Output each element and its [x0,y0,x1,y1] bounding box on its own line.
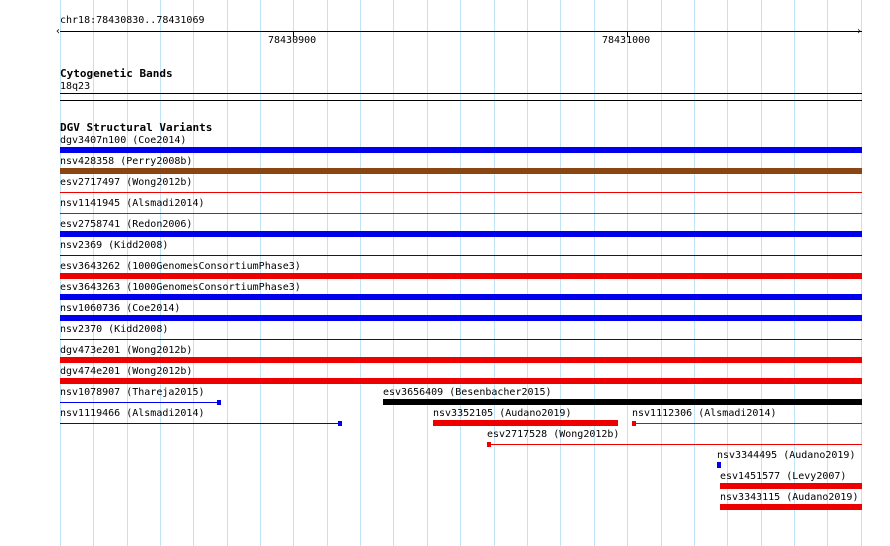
variant-endcap[interactable] [338,421,342,426]
variant-label: dgv3407n100 (Coe2014) [60,135,187,146]
variant-bar[interactable] [60,255,862,256]
variant-bar[interactable] [60,147,862,153]
variant-bar[interactable] [720,504,862,510]
variant-bar[interactable] [60,339,862,340]
variant-bar[interactable] [60,378,862,384]
variant-bar[interactable] [60,294,862,300]
variant-endcap[interactable] [217,400,221,405]
dgv-track-title[interactable]: DGV Structural Variants [60,122,212,133]
variant-label: nsv1078907 (Thareja2015) [60,387,205,398]
ruler-location: chr18:78430830..78431069 [60,15,205,26]
variant-label: nsv428358 (Perry2008b) [60,156,193,167]
variant-endcap[interactable] [487,442,491,447]
variant-bar[interactable] [60,315,862,321]
ruler-tick-label: 78431000 [602,35,651,46]
variant-label: nsv1060736 (Coe2014) [60,303,181,314]
ruler-right-arrow-icon: › [856,26,863,37]
variant-bar[interactable] [717,462,721,468]
variant-label: nsv1119466 (Alsmadi2014) [60,408,205,419]
variant-bar[interactable] [433,420,618,426]
variant-bar[interactable] [632,423,862,424]
variant-bar[interactable] [60,423,342,424]
variant-label: esv2758741 (Redon2006) [60,219,193,230]
variant-bar[interactable] [60,168,862,174]
variant-label: esv3656409 (Besenbacher2015) [383,387,552,398]
ruler-tick-label: 78430900 [268,35,317,46]
variant-label: esv3643263 (1000GenomesConsortiumPhase3) [60,282,301,293]
variant-label: esv1451577 (Levy2007) [720,471,847,482]
track-separator [60,100,862,101]
variant-endcap[interactable] [632,421,636,426]
variant-bar[interactable] [60,357,862,363]
genome-browser-view: chr18:78430830..78431069 ‹ › 78430900 78… [0,0,890,546]
variant-bar[interactable] [60,402,221,403]
ruler-axis [60,31,862,32]
variant-bar[interactable] [383,399,862,405]
ruler-left-arrow-icon: ‹ [55,26,62,37]
variant-label: nsv3344495 (Audano2019) [717,450,856,461]
variant-label: dgv474e201 (Wong2012b) [60,366,193,377]
variant-label: nsv3343115 (Audano2019) [720,492,859,503]
variant-bar[interactable] [60,273,862,279]
cytoband-track-title[interactable]: Cytogenetic Bands [60,68,173,79]
cytoband-band-outline[interactable] [60,93,862,94]
cytoband-label: 18q23 [60,81,91,92]
variant-label: nsv2370 (Kidd2008) [60,324,169,335]
variant-label: nsv1141945 (Alsmadi2014) [60,198,205,209]
variant-label: nsv1112306 (Alsmadi2014) [632,408,777,419]
variant-label: esv3643262 (1000GenomesConsortiumPhase3) [60,261,301,272]
variant-bar[interactable] [60,213,862,214]
variant-bar[interactable] [720,483,862,489]
variant-label: esv2717497 (Wong2012b) [60,177,193,188]
variant-label: nsv3352105 (Audano2019) [433,408,572,419]
variant-label: dgv473e201 (Wong2012b) [60,345,193,356]
variant-label: nsv2369 (Kidd2008) [60,240,169,251]
variant-bar[interactable] [60,231,862,237]
variant-bar[interactable] [60,192,862,193]
variant-bar[interactable] [487,444,862,445]
variant-label: esv2717528 (Wong2012b) [487,429,620,440]
